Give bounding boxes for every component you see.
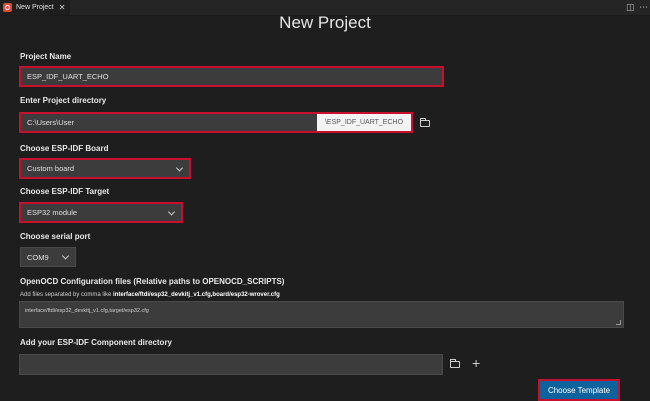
plus-icon[interactable]: + [472,356,480,370]
serial-port-value: COM9 [27,252,49,262]
chevron-down-icon [175,163,184,172]
project-name-value: ESP_IDF_UART_ECHO [27,72,109,81]
folder-icon[interactable] [420,118,430,127]
target-value: ESP32 module [27,208,78,217]
project-name-input[interactable]: ESP_IDF_UART_ECHO [19,66,444,87]
more-actions-icon[interactable]: ⋯ [639,2,648,13]
openocd-config-value: interface/ftdi/esp32_devkitj_v1.cfg,targ… [25,308,149,314]
target-select[interactable]: ESP32 module [19,202,183,223]
project-directory-suffix: \ESP_IDF_UART_ECHO [317,114,411,131]
openocd-label: OpenOCD Configuration files (Relative pa… [20,277,285,286]
openocd-hint-prefix: Add files separated by comma like [20,292,114,298]
serial-port-select[interactable]: COM9 [20,247,76,267]
chevron-down-icon [61,252,70,260]
component-directory-input[interactable] [19,354,443,375]
project-directory-label: Enter Project directory [20,96,107,105]
serial-port-label: Choose serial port [20,232,91,241]
page-title: New Project [279,13,371,32]
choose-template-button[interactable]: Choose Template [538,379,620,401]
board-label: Choose ESP-IDF Board [20,144,109,153]
board-value: Custom board [27,164,75,173]
tab-label: New Project [16,4,54,11]
component-directory-label: Add your ESP-IDF Component directory [20,338,173,347]
folder-icon[interactable] [450,359,460,368]
close-icon[interactable]: ✕ [59,3,66,12]
project-name-label: Project Name [20,52,72,61]
resize-handle-icon[interactable] [616,320,621,325]
openocd-config-textarea[interactable]: interface/ftdi/esp32_devkitj_v1.cfg,targ… [19,301,624,328]
split-editor-icon[interactable]: ◫ [626,2,635,13]
chevron-down-icon [167,207,176,216]
openocd-hint: Add files separated by comma like interf… [20,292,280,298]
espressif-icon [3,3,12,12]
board-select[interactable]: Custom board [19,158,191,179]
project-directory-value: C:\Users\User [27,118,75,127]
openocd-hint-example: interface/ftdi/esp32_devkitj_v1.cfg,boar… [113,292,280,298]
target-label: Choose ESP-IDF Target [20,187,110,196]
